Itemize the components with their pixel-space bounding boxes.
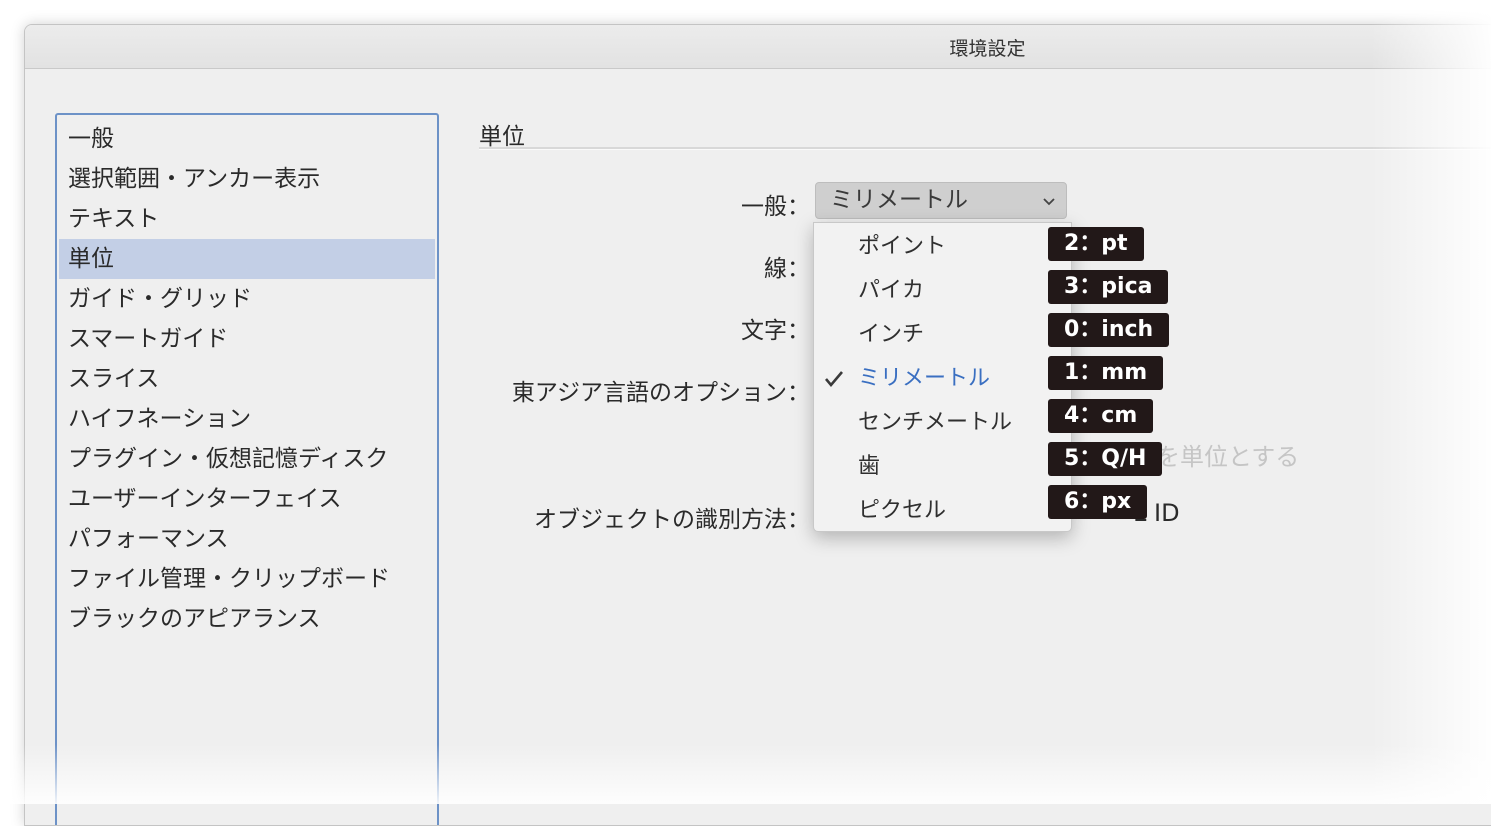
preferences-window: 環境設定 一般 選択範囲・アンカー表示 テキスト 単位 ガイド・グリッド スマー… — [24, 24, 1491, 826]
window-title: 環境設定 — [949, 38, 1026, 60]
title-bar[interactable]: 環境設定 — [25, 25, 1491, 69]
badge-pica: 3：pica — [1048, 270, 1169, 304]
option-ha[interactable]: 歯 — [814, 445, 1069, 489]
option-millimeter[interactable]: ミリメートル — [814, 357, 1069, 401]
sidebar-item-plugins-scratch[interactable]: プラグイン・仮想記憶ディスク — [59, 439, 435, 479]
sidebar-item-slices[interactable]: スライス — [59, 359, 435, 399]
east-asian-label: 東アジア言語のオプション： — [511, 380, 810, 406]
general-units-select[interactable]: ミリメートル — [815, 182, 1067, 219]
east-asian-checkbox-label[interactable]: を単位とする — [1156, 437, 1299, 472]
sidebar-item-text[interactable]: テキスト — [59, 199, 435, 239]
general-label: 一般： — [741, 194, 810, 220]
option-point[interactable]: ポイント — [814, 225, 1069, 269]
object-id-label: オブジェクトの識別方法： — [534, 507, 810, 533]
category-list[interactable]: 一般 選択範囲・アンカー表示 テキスト 単位 ガイド・グリッド スマートガイド … — [55, 113, 439, 825]
sidebar-item-general[interactable]: 一般 — [59, 119, 435, 159]
option-centimeter[interactable]: センチメートル — [814, 401, 1069, 445]
option-inch[interactable]: インチ — [814, 313, 1069, 357]
section-divider — [479, 147, 1491, 150]
section-title: 単位 — [479, 124, 525, 150]
chevron-down-icon — [1043, 198, 1055, 206]
badge-cm: 4：cm — [1048, 399, 1154, 433]
badge-pt: 2：pt — [1048, 227, 1144, 261]
stroke-label: 線： — [764, 256, 810, 282]
option-pica[interactable]: パイカ — [814, 269, 1069, 313]
sidebar-item-user-interface[interactable]: ユーザーインターフェイス — [59, 479, 435, 519]
general-units-value: ミリメートル — [830, 187, 968, 213]
sidebar-item-black-appearance[interactable]: ブラックのアピアランス — [59, 599, 435, 639]
badge-px: 6：px — [1048, 485, 1148, 519]
type-label: 文字： — [741, 318, 810, 344]
sidebar-item-file-clipboard[interactable]: ファイル管理・クリップボード — [59, 559, 435, 599]
badge-inch: 0：inch — [1048, 313, 1170, 347]
sidebar-item-hyphenation[interactable]: ハイフネーション — [59, 399, 435, 439]
stroke-row: 線： — [425, 247, 810, 282]
units-dropdown-menu: ポイント パイカ インチ ミリメートル センチメートル 歯 ピクセル — [813, 222, 1072, 532]
checkmark-icon — [825, 371, 843, 388]
sidebar-item-smart-guides[interactable]: スマートガイド — [59, 319, 435, 359]
badge-mm: 1：mm — [1048, 356, 1164, 390]
type-row: 文字： — [425, 309, 810, 344]
general-row: 一般： — [425, 185, 810, 220]
east-asian-row: 東アジア言語のオプション： — [425, 371, 810, 406]
sidebar-item-performance[interactable]: パフォーマンス — [59, 519, 435, 559]
object-id-row: オブジェクトの識別方法： — [425, 498, 810, 533]
badge-qh: 5：Q/H — [1048, 442, 1163, 476]
sidebar-item-selection-anchor[interactable]: 選択範囲・アンカー表示 — [59, 159, 435, 199]
option-pixel[interactable]: ピクセル — [814, 489, 1069, 533]
option-millimeter-label: ミリメートル — [858, 366, 991, 391]
sidebar-item-guides-grid[interactable]: ガイド・グリッド — [59, 279, 435, 319]
sidebar-item-units[interactable]: 単位 — [59, 239, 435, 279]
